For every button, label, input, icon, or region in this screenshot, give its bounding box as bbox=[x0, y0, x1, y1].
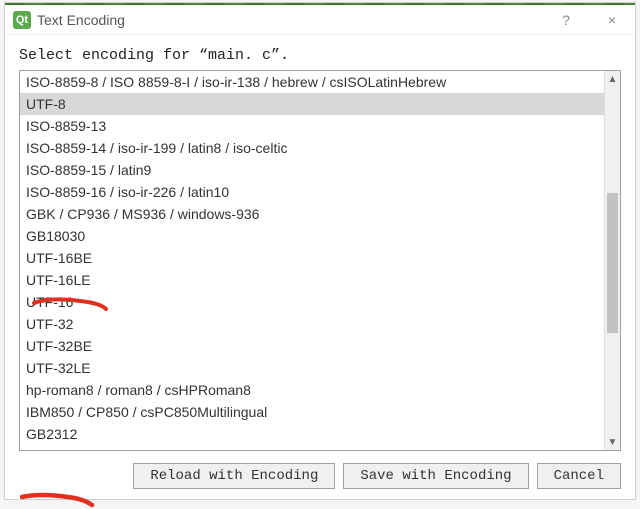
encoding-option-label: ISO-8859-8 / ISO 8859-8-I / iso-ir-138 /… bbox=[26, 71, 446, 93]
encoding-option[interactable]: GB18030 bbox=[20, 225, 604, 247]
scroll-thumb[interactable] bbox=[607, 193, 618, 333]
encoding-option-label: UTF-8 bbox=[26, 93, 66, 115]
prompt-suffix: . bbox=[280, 47, 289, 64]
encoding-option[interactable]: Big5 / Big5-ETen / CP950 bbox=[20, 445, 604, 450]
prompt-label: Select encoding for “main. c”. bbox=[19, 47, 621, 64]
encoding-option-label: hp-roman8 / roman8 / csHPRoman8 bbox=[26, 379, 251, 401]
encoding-option-label: UTF-16 bbox=[26, 291, 73, 313]
encoding-option-label: ISO-8859-13 bbox=[26, 115, 106, 137]
encoding-option-label: UTF-32 bbox=[26, 313, 73, 335]
encoding-option-label: GB2312 bbox=[26, 423, 77, 445]
encoding-option[interactable]: hp-roman8 / roman8 / csHPRoman8 bbox=[20, 379, 604, 401]
text-encoding-dialog: Qt Text Encoding ? × Select encoding for… bbox=[4, 2, 636, 500]
encoding-option[interactable]: IBM850 / CP850 / csPC850Multilingual bbox=[20, 401, 604, 423]
window-controls: ? × bbox=[543, 5, 635, 35]
encoding-list-container: ISO-8859-8 / ISO 8859-8-I / iso-ir-138 /… bbox=[19, 70, 621, 451]
encoding-option[interactable]: UTF-16LE bbox=[20, 269, 604, 291]
scroll-up-icon[interactable]: ▲ bbox=[605, 71, 620, 87]
encoding-option-label: GB18030 bbox=[26, 225, 85, 247]
dialog-content: Select encoding for “main. c”. ISO-8859-… bbox=[5, 35, 635, 455]
encoding-option-label: Big5 / Big5-ETen / CP950 bbox=[26, 445, 185, 450]
encoding-option[interactable]: ISO-8859-15 / latin9 bbox=[20, 159, 604, 181]
close-icon[interactable]: × bbox=[589, 5, 635, 35]
encoding-option[interactable]: GB2312 bbox=[20, 423, 604, 445]
encoding-option[interactable]: ISO-8859-13 bbox=[20, 115, 604, 137]
reload-with-encoding-button[interactable]: Reload with Encoding bbox=[133, 463, 335, 489]
encoding-option-label: UTF-32BE bbox=[26, 335, 92, 357]
encoding-option-label: UTF-16BE bbox=[26, 247, 92, 269]
encoding-list[interactable]: ISO-8859-8 / ISO 8859-8-I / iso-ir-138 /… bbox=[20, 71, 604, 450]
prompt-prefix: Select encoding for bbox=[19, 47, 199, 64]
encoding-option[interactable]: ISO-8859-8 / ISO 8859-8-I / iso-ir-138 /… bbox=[20, 71, 604, 93]
dialog-title: Text Encoding bbox=[37, 12, 543, 28]
app-icon: Qt bbox=[13, 11, 31, 29]
encoding-option[interactable]: UTF-32BE bbox=[20, 335, 604, 357]
encoding-option-label: IBM850 / CP850 / csPC850Multilingual bbox=[26, 401, 267, 423]
encoding-option-label: ISO-8859-16 / iso-ir-226 / latin10 bbox=[26, 181, 229, 203]
titlebar: Qt Text Encoding ? × bbox=[5, 5, 635, 35]
encoding-option-label: UTF-16LE bbox=[26, 269, 91, 291]
encoding-option[interactable]: GBK / CP936 / MS936 / windows-936 bbox=[20, 203, 604, 225]
encoding-option[interactable]: ISO-8859-14 / iso-ir-199 / latin8 / iso-… bbox=[20, 137, 604, 159]
help-icon[interactable]: ? bbox=[543, 5, 589, 35]
encoding-option[interactable]: UTF-8 bbox=[20, 93, 604, 115]
encoding-option[interactable]: UTF-16BE bbox=[20, 247, 604, 269]
encoding-option[interactable]: UTF-32 bbox=[20, 313, 604, 335]
encoding-option-label: UTF-32LE bbox=[26, 357, 91, 379]
scrollbar[interactable]: ▲ ▼ bbox=[604, 71, 620, 450]
encoding-option[interactable]: UTF-32LE bbox=[20, 357, 604, 379]
scroll-down-icon[interactable]: ▼ bbox=[605, 434, 620, 450]
save-with-encoding-button[interactable]: Save with Encoding bbox=[343, 463, 528, 489]
button-bar: Reload with Encoding Save with Encoding … bbox=[5, 455, 635, 499]
encoding-option-label: ISO-8859-15 / latin9 bbox=[26, 159, 151, 181]
encoding-option-label: ISO-8859-14 / iso-ir-199 / latin8 / iso-… bbox=[26, 137, 287, 159]
cancel-button[interactable]: Cancel bbox=[537, 463, 621, 489]
encoding-option-label: GBK / CP936 / MS936 / windows-936 bbox=[26, 203, 259, 225]
encoding-option[interactable]: ISO-8859-16 / iso-ir-226 / latin10 bbox=[20, 181, 604, 203]
encoding-option[interactable]: UTF-16 bbox=[20, 291, 604, 313]
prompt-filename: “main. c” bbox=[199, 47, 280, 64]
